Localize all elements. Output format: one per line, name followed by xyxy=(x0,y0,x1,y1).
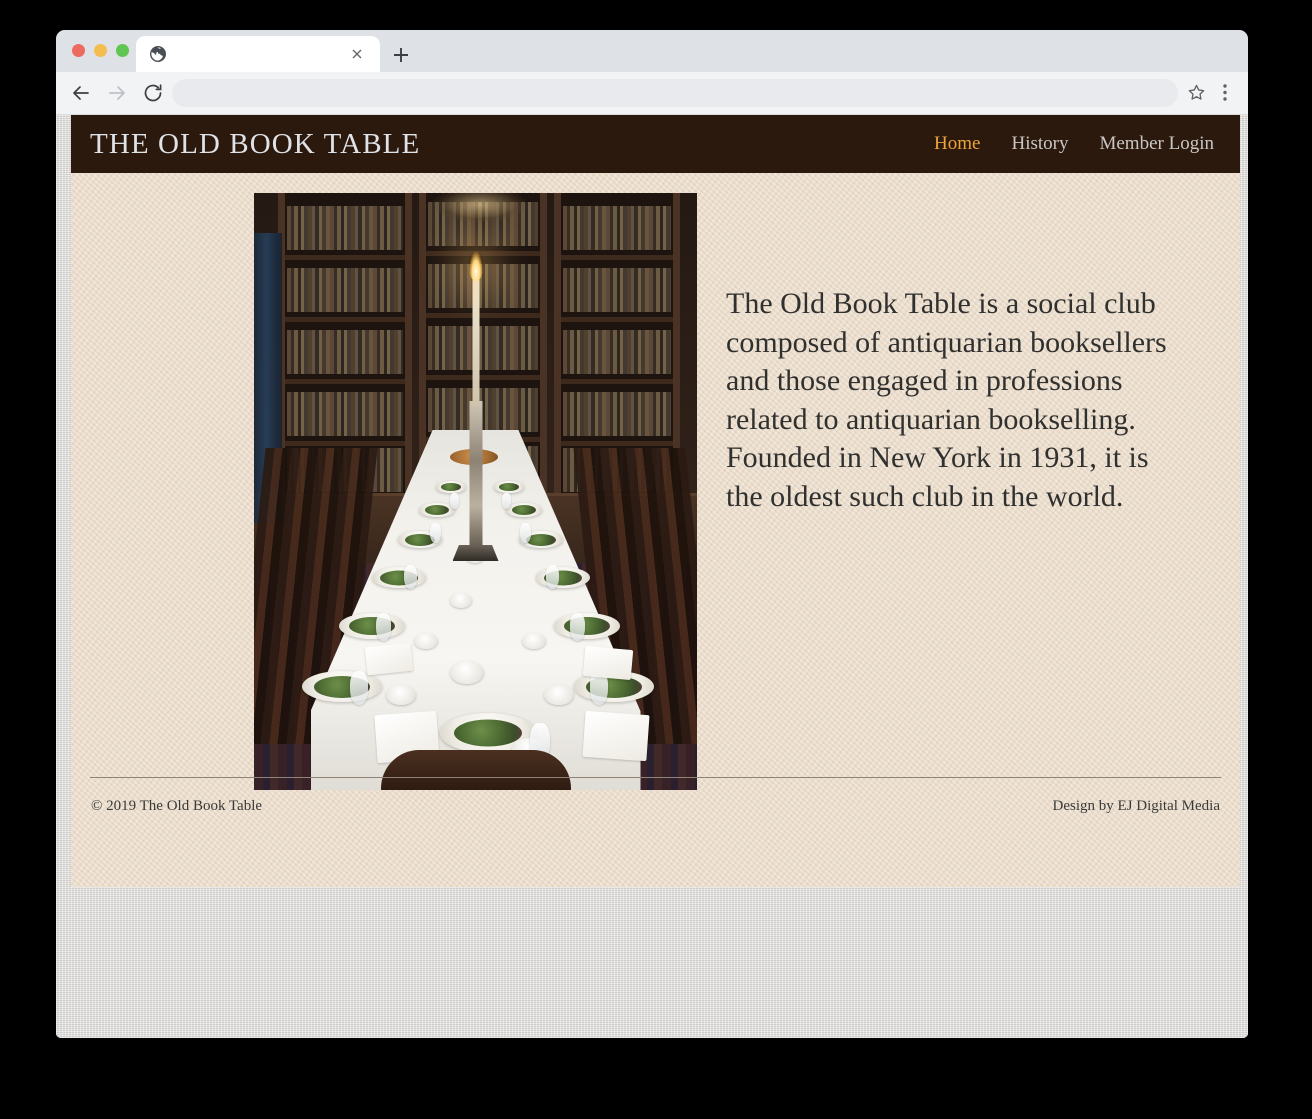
close-icon[interactable] xyxy=(348,45,366,63)
site-header: THE OLD BOOK TABLE Home History Member L… xyxy=(71,115,1240,173)
design-credit: Design by EJ Digital Media xyxy=(1053,798,1220,815)
main-content: The Old Book Table is a social club comp… xyxy=(71,173,1240,790)
browser-tab-strip xyxy=(56,30,1248,72)
new-tab-button[interactable] xyxy=(388,42,414,68)
address-bar[interactable] xyxy=(172,79,1178,107)
design-credit-link[interactable]: EJ Digital Media xyxy=(1118,798,1220,814)
design-credit-prefix: Design by xyxy=(1052,798,1118,814)
intro-text-block: The Old Book Table is a social club comp… xyxy=(726,285,1176,516)
hero-photo xyxy=(254,193,697,790)
nav-item-home[interactable]: Home xyxy=(934,133,980,155)
reload-icon[interactable] xyxy=(142,82,164,104)
browser-tab[interactable] xyxy=(136,36,380,72)
window-traffic-lights xyxy=(72,44,129,57)
browser-window: THE OLD BOOK TABLE Home History Member L… xyxy=(56,30,1248,1038)
web-page: THE OLD BOOK TABLE Home History Member L… xyxy=(71,115,1240,887)
window-maximize-button[interactable] xyxy=(116,44,129,57)
window-minimize-button[interactable] xyxy=(94,44,107,57)
intro-paragraph: The Old Book Table is a social club comp… xyxy=(726,287,1167,513)
browser-toolbar xyxy=(56,72,1248,115)
nav-item-member-login[interactable]: Member Login xyxy=(1099,133,1214,155)
nav-item-history[interactable]: History xyxy=(1011,133,1068,155)
bookmark-star-icon[interactable] xyxy=(1187,83,1206,102)
window-close-button[interactable] xyxy=(72,44,85,57)
copyright-text: © 2019 The Old Book Table xyxy=(91,798,263,814)
back-icon[interactable] xyxy=(70,82,92,104)
browser-viewport: THE OLD BOOK TABLE Home History Member L… xyxy=(56,115,1248,1038)
globe-icon xyxy=(150,46,166,62)
page-title: THE OLD BOOK TABLE xyxy=(90,127,421,160)
hero-photo-scene xyxy=(254,193,697,790)
footer-divider xyxy=(90,777,1221,778)
browser-menu-icon[interactable] xyxy=(1216,83,1234,102)
forward-icon[interactable] xyxy=(106,82,128,104)
main-navigation: Home History Member Login xyxy=(934,133,1216,155)
site-footer: © 2019 The Old Book Table Design by EJ D… xyxy=(71,777,1240,887)
candle-flame xyxy=(468,251,483,281)
chandelier xyxy=(432,193,528,223)
